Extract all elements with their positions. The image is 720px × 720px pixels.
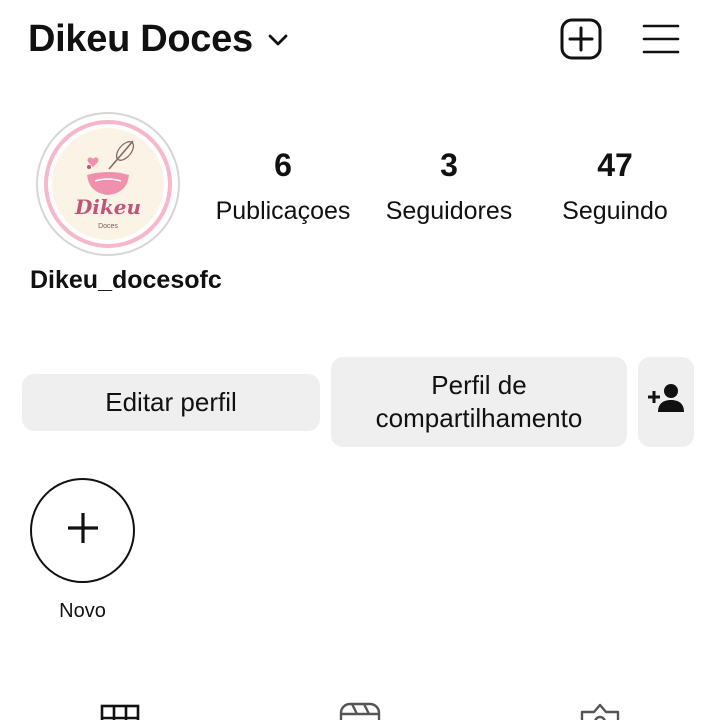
profile-username: Dikeu_docesofc [30, 266, 222, 294]
stat-value: 3 [440, 147, 458, 183]
discover-people-button[interactable] [638, 357, 694, 447]
following-count[interactable]: 47 Seguindo [530, 146, 700, 226]
account-name: Dikeu Doces [28, 18, 253, 60]
plus-icon [66, 511, 100, 550]
create-post-button[interactable] [558, 18, 604, 64]
share-profile-label: Perfil de compartilhamento [376, 369, 583, 435]
posts-count[interactable]: 6 Publicaçoes [198, 146, 368, 226]
share-profile-button[interactable]: Perfil de compartilhamento [331, 357, 627, 447]
followers-count[interactable]: 3 Seguidores [364, 146, 534, 226]
reels-icon [338, 698, 382, 720]
new-highlight-label: Novo [59, 600, 106, 622]
share-label-line2: compartilhamento [375, 403, 583, 433]
new-highlight-button[interactable] [30, 478, 135, 583]
stat-label: Publicaçoes [215, 197, 351, 225]
dikeu-logo: Dikeu Doces [44, 120, 172, 248]
menu-button[interactable] [638, 18, 684, 64]
share-label-line1: Perfil de [431, 370, 527, 400]
tab-reels[interactable] [334, 698, 386, 720]
tab-posts-grid[interactable] [94, 698, 146, 720]
tab-tagged[interactable] [574, 698, 626, 720]
add-post-icon [559, 17, 603, 66]
edit-profile-label: Editar perfil [105, 387, 237, 417]
chevron-down-icon [267, 29, 289, 51]
grid-icon [100, 698, 140, 720]
profile-header: Dikeu Doces [0, 0, 720, 84]
logo-text: Dikeu [74, 195, 141, 219]
edit-profile-button[interactable]: Editar perfil [22, 374, 320, 431]
profile-avatar[interactable]: Dikeu Doces [36, 112, 180, 256]
stat-value: 6 [274, 147, 292, 183]
tagged-icon [578, 698, 622, 720]
stat-value: 47 [597, 147, 633, 183]
stat-label: Seguidores [385, 197, 513, 225]
add-person-icon [646, 382, 686, 422]
account-switcher[interactable]: Dikeu Doces [28, 18, 289, 61]
logo-subtext: Doces [98, 223, 118, 230]
stat-label: Seguindo [562, 197, 668, 225]
menu-icon [641, 19, 681, 64]
